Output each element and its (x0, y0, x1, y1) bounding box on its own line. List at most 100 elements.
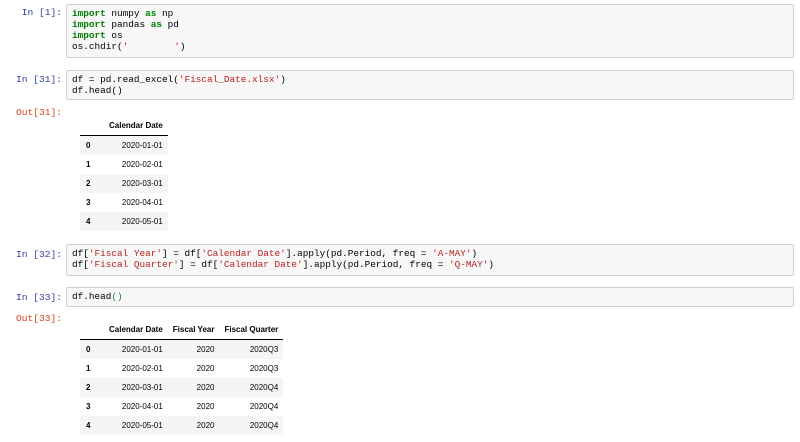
table-cell: 2020 (196, 345, 215, 354)
input-prompt-31: In [31]: (15, 74, 62, 85)
string-literal: 'A-MAY' (432, 248, 472, 259)
table-row: 3 2020-04-01 (80, 193, 168, 212)
code-text: ] = df[ (178, 259, 219, 270)
code-text: ) (280, 74, 286, 85)
code-text: pandas (105, 19, 151, 30)
code-line: os.chdir(' ') (72, 41, 788, 52)
table-header-row: Calendar Date (80, 116, 168, 136)
table-row: 4 2020-05-01 2020 2020Q4 (80, 416, 284, 435)
row-index: 3 (86, 402, 91, 411)
code-cell-1[interactable]: import numpy as np import pandas as pd i… (66, 4, 794, 58)
table-cell: 2020 (196, 402, 215, 411)
table-cell: 2020 (196, 421, 215, 430)
code-cell-32[interactable]: df['Fiscal Year'] = df['Calendar Date'].… (66, 244, 794, 276)
code-text: df[ (72, 259, 89, 270)
code-text: ) (488, 259, 494, 270)
table-row: 2 2020-03-01 (80, 174, 168, 193)
code-text: ) (471, 248, 478, 259)
index-header (80, 320, 104, 340)
string-literal: 'Calendar Date' (201, 248, 286, 259)
code-text: ] = df[ (162, 248, 202, 259)
string-literal: 'Fiscal_Date.xlsx' (178, 74, 281, 85)
input-prompt-1: In [1]: (21, 7, 62, 18)
string-literal: 'Fiscal Year' (88, 248, 163, 259)
table-cell: 2020-05-01 (121, 217, 163, 226)
string-literal: 'Fiscal Quarter' (88, 259, 179, 270)
code-text: ].apply(pd.Period, freq = (302, 259, 449, 270)
table-cell: 2020-03-01 (121, 383, 163, 392)
table-cell: 2020Q4 (249, 383, 279, 392)
column-header: Fiscal Quarter (219, 320, 284, 340)
table-cell: 2020-04-01 (121, 198, 163, 207)
table-cell: 2020 (196, 364, 215, 373)
column-header: Calendar Date (104, 320, 168, 340)
string-literal: 'Q-MAY' (448, 259, 489, 270)
index-header (80, 116, 104, 136)
keyword: import (72, 30, 106, 41)
table-row: 1 2020-02-01 2020 2020Q3 (80, 359, 284, 378)
code-text: () (111, 291, 123, 302)
table-header-row: Calendar Date Fiscal Year Fiscal Quarter (80, 320, 284, 340)
keyword: as (150, 19, 163, 30)
keyword: as (145, 8, 157, 19)
row-index: 4 (86, 421, 91, 430)
code-text: os (105, 30, 123, 41)
table-cell: 2020-02-01 (121, 160, 163, 169)
row-index: 0 (86, 345, 91, 354)
input-prompt-32: In [32]: (15, 249, 62, 260)
column-header: Calendar Date (104, 116, 168, 136)
table-cell: 2020-03-01 (121, 179, 163, 188)
row-index: 4 (86, 217, 91, 226)
code-line: df = pd.read_excel('Fiscal_Date.xlsx') (72, 74, 788, 85)
code-cell-33[interactable]: df.head() (66, 287, 794, 307)
table-cell: 2020-04-01 (121, 402, 163, 411)
keyword: import (72, 19, 106, 30)
table-cell: 2020Q4 (249, 421, 279, 430)
output-prompt-33: Out[33]: (15, 313, 62, 324)
table-cell: 2020-05-01 (121, 421, 163, 430)
code-text: pd (162, 19, 179, 30)
table-cell: 2020 (196, 383, 215, 392)
row-index: 1 (86, 160, 91, 169)
row-index: 3 (86, 198, 91, 207)
table-row: 4 2020-05-01 (80, 212, 168, 231)
table-cell: 2020-01-01 (121, 141, 163, 150)
redacted-path (128, 42, 175, 52)
input-prompt-33: In [33]: (15, 292, 62, 303)
keyword: import (72, 8, 106, 19)
code-line: import os (72, 30, 788, 41)
code-line: df['Fiscal Year'] = df['Calendar Date'].… (72, 248, 788, 259)
string-literal: 'Calendar Date' (218, 259, 303, 270)
table-row: 0 2020-01-01 2020 2020Q3 (80, 339, 284, 359)
output-prompt-31: Out[31]: (15, 107, 62, 118)
code-text: df = pd.read_excel( (72, 74, 179, 85)
code-text: ) (179, 41, 186, 52)
column-header: Fiscal Year (167, 320, 220, 340)
code-cell-31[interactable]: df = pd.read_excel('Fiscal_Date.xlsx') d… (66, 70, 794, 100)
code-text: df.head (72, 291, 112, 302)
code-line: df.head() (72, 291, 788, 302)
table-cell: 2020-02-01 (121, 364, 163, 373)
code-line: import pandas as pd (72, 19, 788, 30)
table-row: 1 2020-02-01 (80, 155, 168, 174)
code-text: np (156, 8, 174, 19)
row-index: 1 (86, 364, 91, 373)
dataframe-output-31: Calendar Date 0 2020-01-01 1 2020-02-01 22… (80, 116, 168, 231)
table-cell: 2020-01-01 (121, 345, 163, 354)
code-text: df[ (72, 248, 89, 259)
table-cell: 2020Q3 (249, 364, 279, 373)
code-text: os.chdir( (72, 41, 123, 52)
code-text: numpy (105, 8, 146, 19)
code-line: df['Fiscal Quarter'] = df['Calendar Date… (72, 259, 788, 270)
code-line: df.head() (72, 85, 788, 96)
table-row: 0 2020-01-01 (80, 135, 168, 155)
table-row: 2 2020-03-01 2020 2020Q4 (80, 378, 284, 397)
row-index: 2 (86, 179, 91, 188)
row-index: 2 (86, 383, 91, 392)
table-row: 3 2020-04-01 2020 2020Q4 (80, 397, 284, 416)
table-cell: 2020Q4 (249, 402, 279, 411)
table-cell: 2020Q3 (249, 345, 279, 354)
code-text: ].apply(pd.Period, freq = (285, 248, 433, 259)
code-line: import numpy as np (72, 8, 788, 19)
row-index: 0 (86, 141, 91, 150)
